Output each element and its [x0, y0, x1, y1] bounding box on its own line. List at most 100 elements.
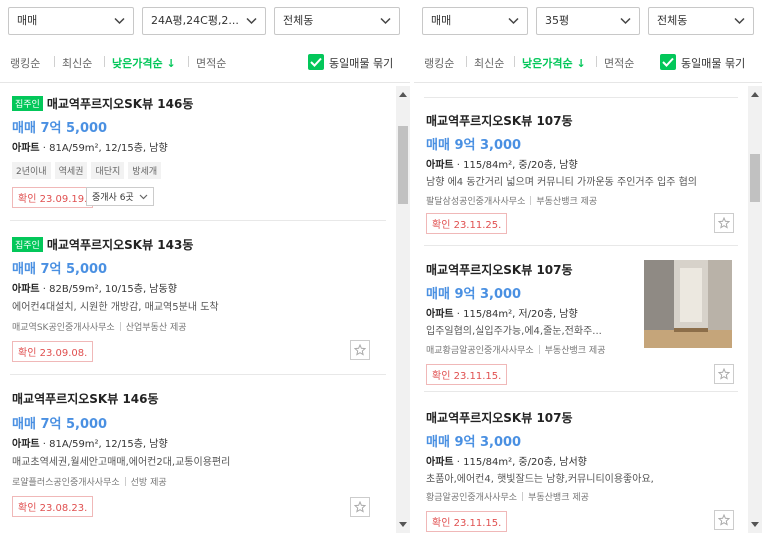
property-type: 아파트 — [426, 160, 454, 171]
provider-name: 부동산뱅크 제공 — [536, 197, 598, 207]
checkbox-checked[interactable] — [308, 54, 324, 70]
sort-by-area[interactable]: 면적순 — [196, 55, 226, 71]
dong-value: 전체동 — [283, 14, 314, 27]
listing-price: 매매 7억 5,000 — [12, 262, 108, 277]
chevron-down-icon — [734, 8, 746, 34]
sort-ranking[interactable]: 랭킹순 — [424, 55, 454, 71]
chevron-down-icon — [114, 8, 126, 34]
listing-description: 매교초역세권,월세안고매매,에어컨2대,교통이용편리 — [12, 457, 231, 468]
trade-type-select[interactable]: 매매 — [8, 7, 134, 35]
filter-bar: 매매 35평 전체동 — [422, 7, 754, 35]
sort-divider — [466, 56, 467, 67]
trade-type-select[interactable]: 매매 — [422, 7, 528, 35]
agent-count-label: 중개사 6곳 — [92, 193, 134, 203]
listing-card[interactable]: 집주인 매교역푸르지오SK뷰 146동 매매 7억 5,000 아파트 · 81A… — [0, 83, 396, 228]
scrollbar[interactable] — [748, 86, 762, 533]
provider-name: 부동산뱅크 제공 — [528, 493, 589, 503]
area-select[interactable]: 24A평,24C평,2... — [142, 7, 266, 35]
property-spec: · 115/84m², 저/20층, 남향 — [453, 309, 578, 320]
agent-info: 매교황금알공인중개사사무소 부동산뱅크 제공 — [426, 343, 605, 356]
agent-divider — [119, 322, 121, 331]
sort-down-arrow-icon: ↓ — [166, 57, 176, 70]
scroll-up-icon[interactable] — [399, 92, 407, 97]
provider-name: 선방 제공 — [130, 478, 167, 488]
dong-select[interactable]: 전체동 — [648, 7, 754, 35]
group-same-toggle[interactable]: 동일매물 묶기 — [308, 52, 400, 72]
favorite-button[interactable] — [714, 510, 734, 530]
sort-by-area[interactable]: 면적순 — [604, 55, 634, 71]
scroll-down-icon[interactable] — [751, 522, 759, 527]
scrollbar[interactable] — [396, 86, 410, 533]
confirm-date: 확인 23.11.25. — [426, 213, 508, 234]
listing-description: 입주일협의,실입주가능,에4,줄눈,전화주... — [426, 326, 602, 337]
scrollbar-thumb[interactable] — [750, 154, 760, 202]
sort-lowest-price[interactable]: 낮은가격순 ↓ — [112, 55, 176, 71]
sort-newest[interactable]: 최신순 — [474, 55, 504, 71]
chevron-down-icon — [246, 8, 258, 34]
sort-lowest-price[interactable]: 낮은가격순 ↓ — [522, 55, 586, 71]
sort-lowest-price-label: 낮은가격순 — [522, 57, 573, 70]
checkbox-checked[interactable] — [660, 54, 676, 70]
area-value: 35평 — [545, 14, 570, 27]
listing-card[interactable]: 매교역푸르지오SK뷰 107동 매매 9억 3,000 아파트 · 115/84… — [414, 103, 748, 246]
sort-bar: 랭킹순 최신순 낮은가격순 ↓ 면적순 동일매물 묶기 — [10, 52, 400, 72]
tag: 대단지 — [91, 162, 125, 179]
listing-title-text: 매교역푸르지오SK뷰 107동 — [426, 114, 573, 128]
sort-newest[interactable]: 최신순 — [62, 55, 92, 71]
listing-card[interactable]: 매교역푸르지오SK뷰 107동 매매 9억 3,000 아파트 · 115/84… — [414, 246, 748, 392]
listing-card-partial — [414, 83, 748, 103]
group-same-toggle[interactable]: 동일매물 묶기 — [660, 52, 752, 72]
area-select[interactable]: 35평 — [536, 7, 640, 35]
listing-title-text: 매교역푸르지오SK뷰 146동 — [12, 392, 159, 406]
listing-price: 매매 7억 5,000 — [12, 121, 108, 136]
agent-name: 팔달삼성공인중개사사무소 — [426, 197, 526, 207]
listing-spec: 아파트 · 81A/59m², 12/15층, 남향 — [12, 435, 168, 450]
favorite-button[interactable] — [350, 340, 370, 360]
listing-card[interactable]: 집주인 매교역푸르지오SK뷰 143동 매매 7억 5,000 아파트 · 82B… — [0, 228, 396, 376]
card-divider — [424, 97, 738, 98]
tag: 2년이내 — [12, 162, 51, 179]
confirm-date: 확인 23.09.19. — [12, 187, 94, 208]
agent-info: 팔달삼성공인중개사사무소 부동산뱅크 제공 — [426, 194, 597, 207]
listing-title-text: 매교역푸르지오SK뷰 143동 — [46, 238, 194, 252]
property-spec: · 115/84m², 중/20층, 남향 — [453, 160, 578, 171]
property-spec: · 81A/59m², 12/15층, 남향 — [39, 143, 168, 154]
owner-badge: 집주인 — [12, 96, 43, 111]
agent-count-button[interactable]: 중개사 6곳 — [86, 187, 154, 206]
confirm-date: 확인 23.11.15. — [426, 511, 508, 532]
tag: 역세권 — [54, 162, 88, 179]
chevron-down-icon — [139, 194, 148, 200]
trade-type-value: 매매 — [431, 14, 452, 27]
scroll-up-icon[interactable] — [751, 92, 759, 97]
trade-type-value: 매매 — [17, 14, 38, 27]
agent-info: 로얄플러스공인중개사사무소 선방 제공 — [12, 475, 167, 488]
check-icon — [662, 57, 674, 67]
listing-photo[interactable] — [644, 260, 732, 348]
listing-title: 집주인 매교역푸르지오SK뷰 143동 — [12, 236, 193, 253]
favorite-button[interactable] — [714, 213, 734, 233]
scroll-down-icon[interactable] — [399, 522, 407, 527]
sort-lowest-price-label: 낮은가격순 — [112, 57, 163, 70]
agent-info: 황금알공인중개사사무소 부동산뱅크 제공 — [426, 490, 589, 503]
provider-name: 산업부동산 제공 — [125, 323, 187, 333]
chevron-down-icon — [620, 8, 632, 34]
sort-ranking[interactable]: 랭킹순 — [10, 55, 40, 71]
filter-bar: 매매 24A평,24C평,2... 전체동 — [8, 7, 402, 35]
dong-select[interactable]: 전체동 — [274, 7, 400, 35]
chevron-down-icon — [508, 8, 520, 34]
tag: 방세개 — [128, 162, 162, 179]
agent-info: 매교역SK공인중개사사무소 산업부동산 제공 — [12, 320, 187, 333]
sort-bar: 랭킹순 최신순 낮은가격순 ↓ 면적순 동일매물 묶기 — [424, 52, 752, 72]
star-outline-icon — [354, 501, 366, 513]
listing-card[interactable]: 매교역푸르지오SK뷰 146동 매매 7억 5,000 아파트 · 81A/59… — [0, 376, 396, 533]
scrollbar-thumb[interactable] — [398, 126, 408, 204]
favorite-button[interactable] — [714, 364, 734, 384]
card-divider — [10, 374, 386, 375]
chevron-down-icon — [380, 8, 392, 34]
listing-card[interactable]: 매교역푸르지오SK뷰 107동 매매 9억 3,000 아파트 · 115/84… — [414, 392, 748, 533]
confirm-date: 확인 23.11.15. — [426, 364, 508, 385]
favorite-button[interactable] — [350, 497, 370, 517]
listing-spec: 아파트 · 115/84m², 저/20층, 남향 — [426, 305, 578, 320]
listing-price: 매매 7억 5,000 — [12, 417, 108, 432]
listing-title-text: 매교역푸르지오SK뷰 107동 — [426, 263, 573, 277]
